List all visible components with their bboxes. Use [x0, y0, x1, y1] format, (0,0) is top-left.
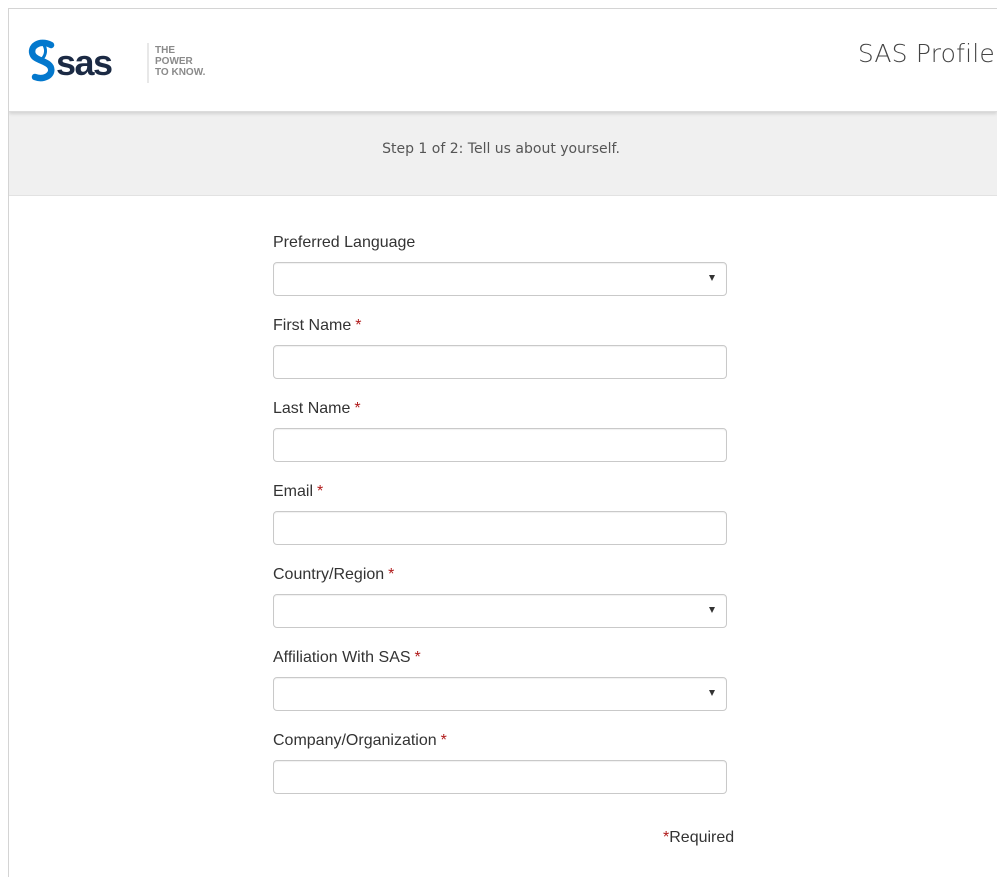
page-title: SAS Profile	[857, 39, 995, 68]
company-organization-input[interactable]	[273, 760, 727, 794]
sas-wordmark: sas	[56, 42, 112, 83]
required-marker: *	[414, 649, 421, 666]
country-region-label: Country/Region *	[273, 566, 395, 583]
first-name-input[interactable]	[273, 345, 727, 379]
required-marker: *	[388, 566, 395, 583]
field-first-name: First Name *	[273, 315, 727, 379]
required-note-text: Required	[669, 829, 735, 846]
field-email: Email *	[273, 481, 727, 545]
last-name-input[interactable]	[273, 428, 727, 462]
profile-form: Preferred Language First Name * Last Name…	[273, 232, 727, 813]
required-marker: *	[355, 317, 362, 334]
field-preferred-language: Preferred Language	[273, 232, 727, 296]
site-header: sas THE POWER TO KNOW. SAS Profile	[9, 9, 997, 112]
required-marker: *	[440, 732, 447, 749]
affiliation-select[interactable]	[273, 677, 727, 711]
affiliation-label: Affiliation With SAS *	[273, 649, 421, 666]
field-country-region: Country/Region *	[273, 564, 727, 628]
company-organization-label: Company/Organization *	[273, 732, 447, 749]
field-affiliation: Affiliation With SAS *	[273, 647, 727, 711]
required-note: *Required	[663, 829, 734, 847]
required-marker: *	[354, 400, 361, 417]
preferred-language-select[interactable]	[273, 262, 727, 296]
caret-down-icon	[709, 275, 715, 281]
step-indicator-text: Step 1 of 2: Tell us about yourself.	[382, 141, 620, 157]
email-input[interactable]	[273, 511, 727, 545]
step-bar: Step 1 of 2: Tell us about yourself.	[9, 111, 997, 196]
tagline-line-1: THE	[155, 45, 175, 56]
field-last-name: Last Name *	[273, 398, 727, 462]
country-region-select[interactable]	[273, 594, 727, 628]
tagline-line-2: POWER	[155, 56, 194, 67]
required-marker: *	[317, 483, 324, 500]
email-label: Email *	[273, 483, 324, 500]
field-company-organization: Company/Organization *	[273, 730, 727, 794]
last-name-label: Last Name *	[273, 400, 361, 417]
first-name-label: First Name *	[273, 317, 362, 334]
sas-s-mark-icon	[28, 39, 55, 82]
caret-down-icon	[709, 690, 715, 696]
tagline-line-3: TO KNOW.	[155, 67, 206, 78]
sas-logo[interactable]: sas THE POWER TO KNOW.	[23, 35, 253, 87]
preferred-language-label: Preferred Language	[273, 234, 416, 251]
caret-down-icon	[709, 607, 715, 613]
